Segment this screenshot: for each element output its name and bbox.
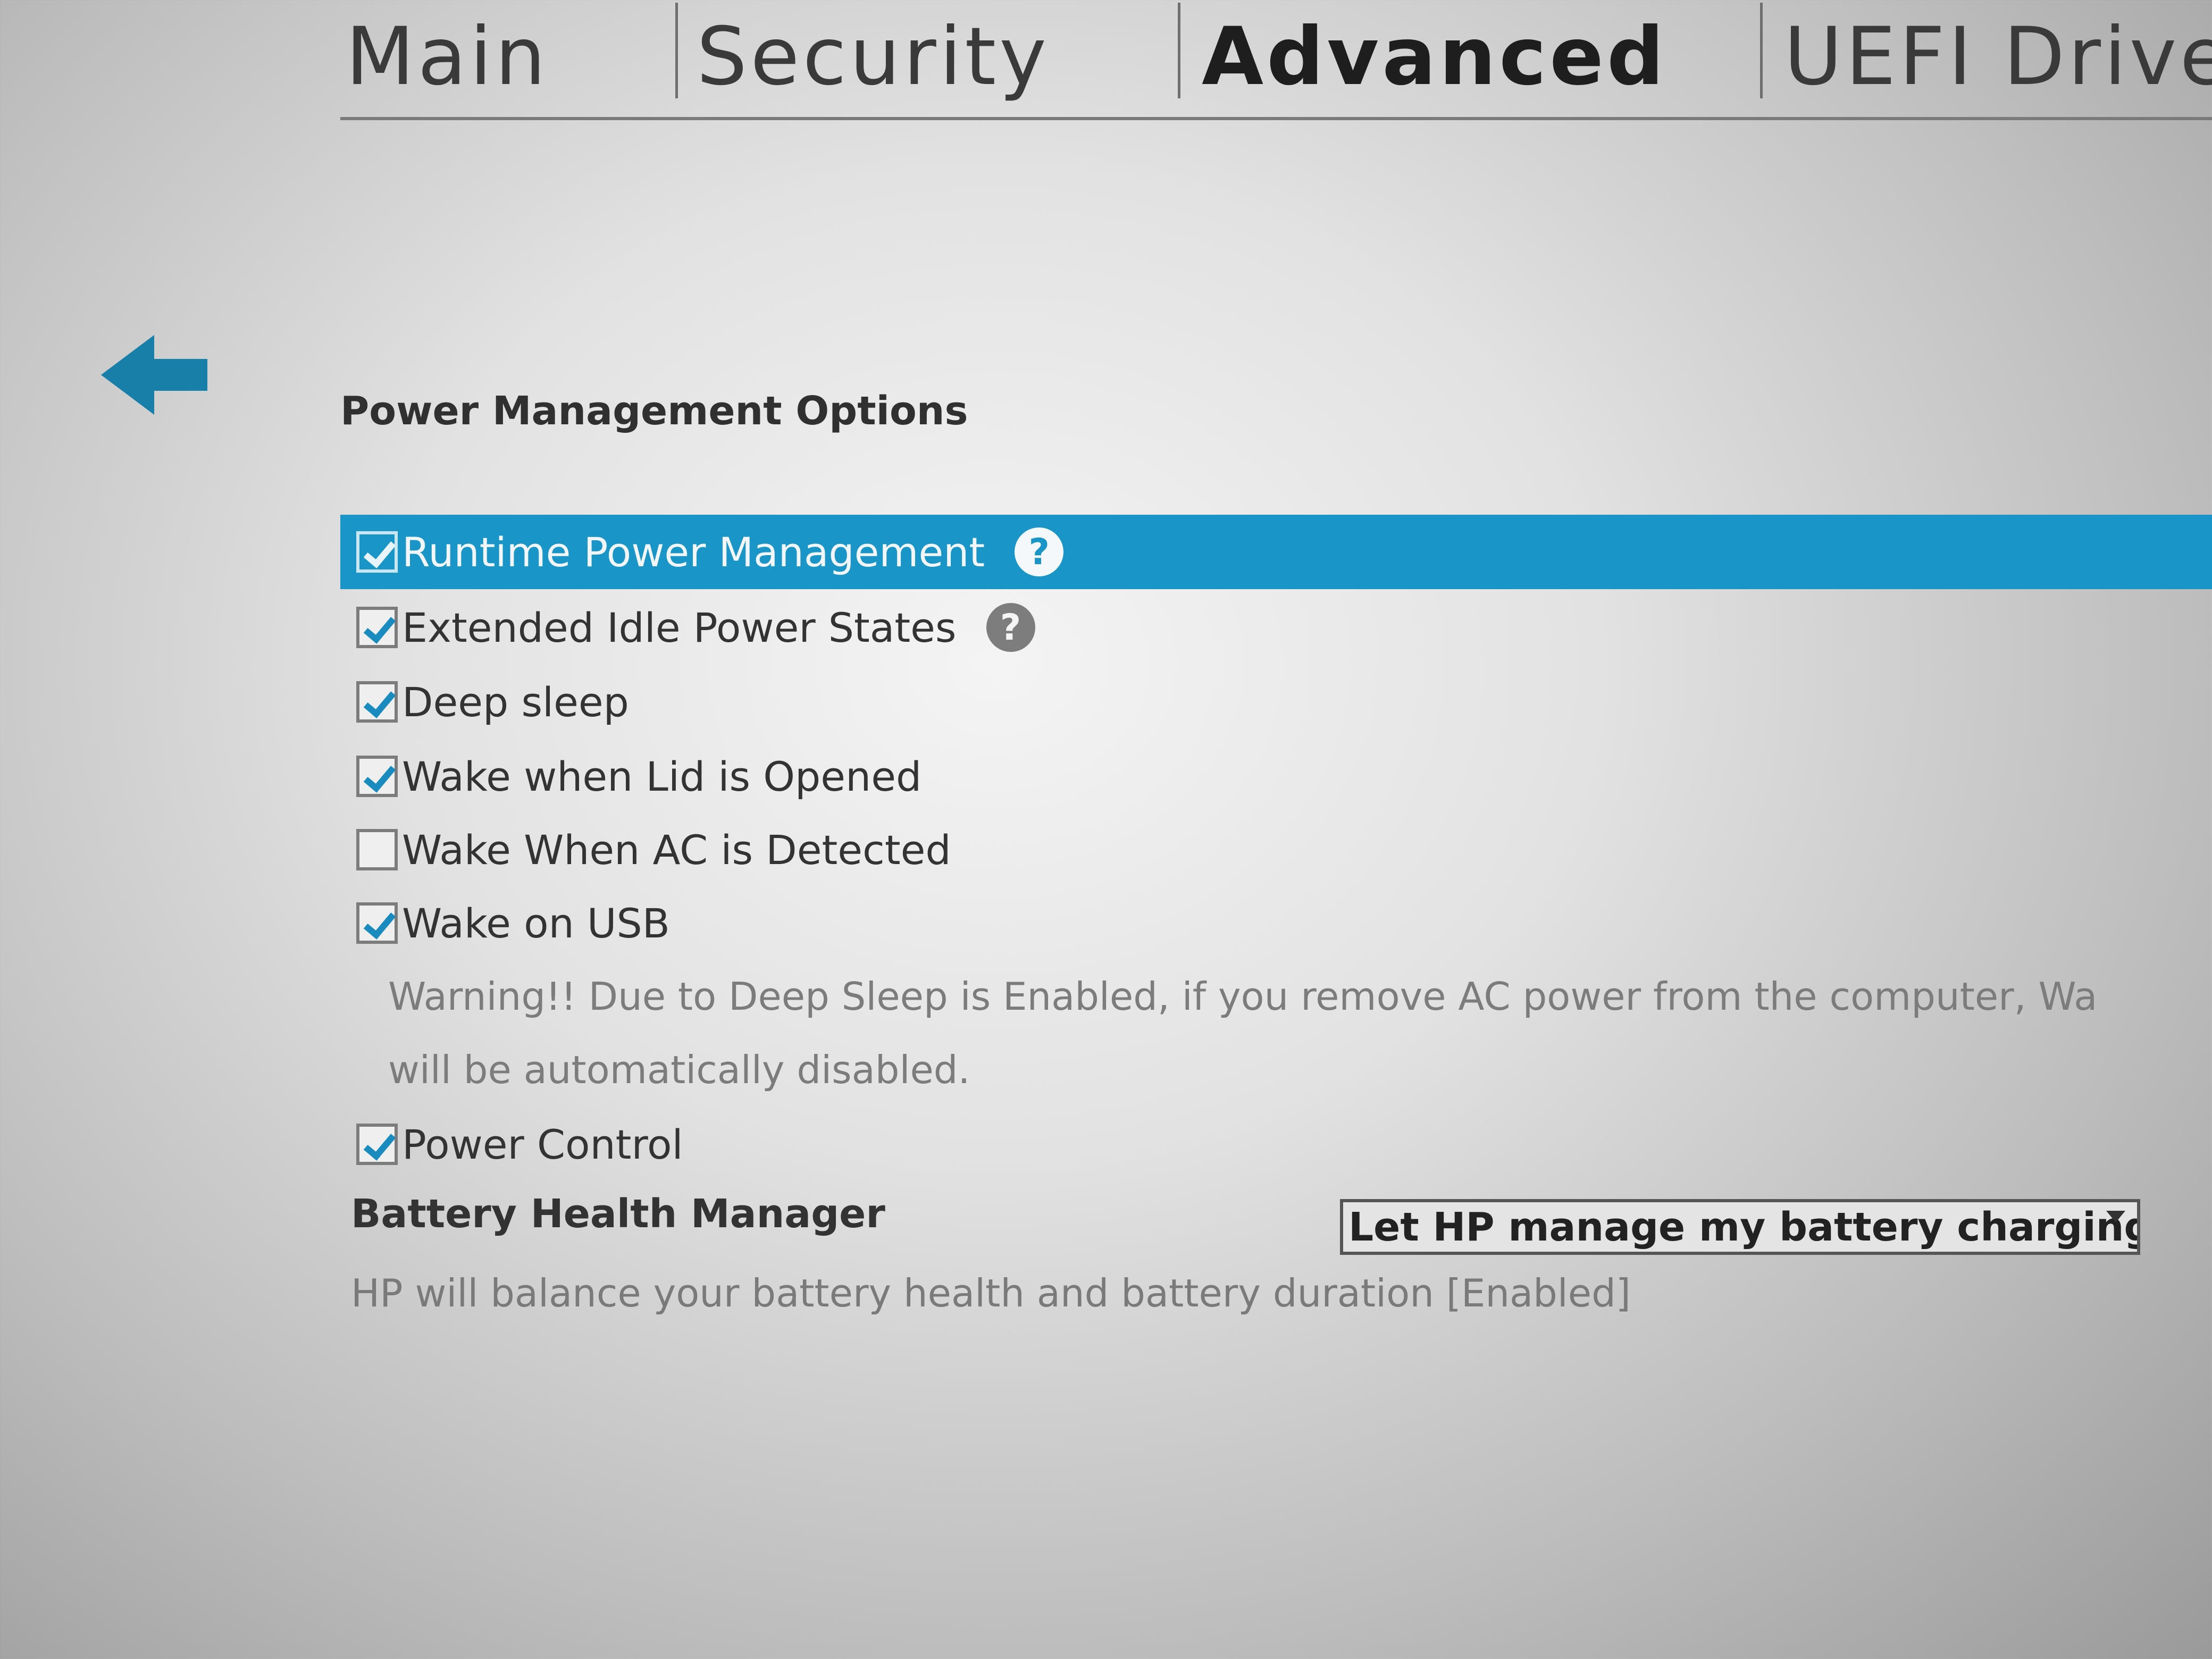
tab-divider [675, 3, 678, 98]
checkbox[interactable] [356, 756, 398, 797]
checkbox[interactable] [356, 681, 398, 723]
help-icon[interactable]: ? [1015, 527, 1064, 576]
tab-advanced[interactable]: Advanced [1202, 11, 1667, 103]
tab-security[interactable]: Security [697, 11, 1050, 103]
option-runtime-power-management[interactable]: Runtime Power Management ? [340, 515, 2212, 589]
back-arrow-icon [101, 335, 207, 415]
tab-main[interactable]: Main [346, 11, 549, 103]
tab-divider [1178, 3, 1180, 98]
option-label: Wake When AC is Detected [402, 826, 951, 874]
tab-bar: Main Security Advanced UEFI Drive [340, 0, 2212, 120]
battery-health-description: HP will balance your battery health and … [351, 1271, 1631, 1316]
help-icon[interactable]: ? [986, 603, 1035, 652]
option-label: Extended Idle Power States [402, 604, 957, 651]
option-label: Wake when Lid is Opened [402, 752, 922, 800]
checkbox[interactable] [356, 1124, 398, 1165]
option-wake-when-ac-detected[interactable]: Wake When AC is Detected [340, 812, 2212, 887]
option-deep-sleep[interactable]: Deep sleep [340, 665, 2212, 739]
option-label: Power Control [402, 1120, 683, 1168]
checkbox[interactable] [356, 607, 398, 648]
option-label: Deep sleep [402, 678, 629, 726]
section-title: Power Management Options [340, 388, 968, 434]
checkbox[interactable] [356, 829, 398, 870]
back-button[interactable] [101, 335, 213, 415]
battery-health-manager-label: Battery Health Manager [351, 1191, 885, 1237]
checkbox[interactable] [356, 531, 398, 573]
option-label: Wake on USB [402, 899, 670, 947]
checkbox[interactable] [356, 902, 398, 944]
chevron-down-icon [2106, 1211, 2125, 1222]
option-label: Runtime Power Management [402, 528, 985, 576]
option-wake-on-usb[interactable]: Wake on USB [340, 886, 2212, 960]
select-value: Let HP manage my battery charging [1348, 1204, 2140, 1250]
tab-uefi-drivers[interactable]: UEFI Drive [1784, 11, 2212, 103]
tab-divider [1760, 3, 1763, 98]
option-power-control[interactable]: Power Control [340, 1107, 2212, 1182]
battery-health-manager-select[interactable]: Let HP manage my battery charging [1340, 1199, 2140, 1255]
warning-text: Warning!! Due to Deep Sleep is Enabled, … [388, 974, 2098, 1019]
option-extended-idle-power-states[interactable]: Extended Idle Power States ? [340, 590, 2212, 665]
warning-text-continued: will be automatically disabled. [388, 1048, 970, 1092]
option-wake-when-lid-opened[interactable]: Wake when Lid is Opened [340, 739, 2212, 814]
